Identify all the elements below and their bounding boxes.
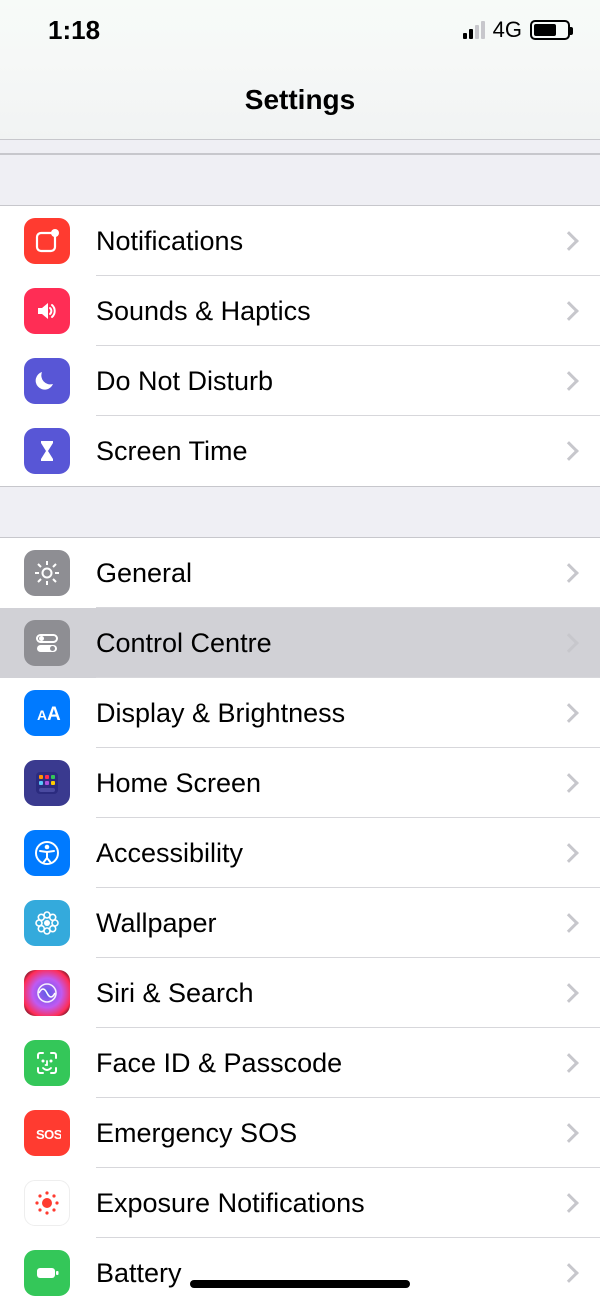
settings-row-sos[interactable]: Emergency SOS <box>0 1098 600 1168</box>
settings-row-general[interactable]: General <box>0 538 600 608</box>
moon-icon <box>24 358 70 404</box>
settings-row-label: Home Screen <box>96 768 562 799</box>
settings-row-label: Emergency SOS <box>96 1118 562 1149</box>
textsize-icon <box>24 690 70 736</box>
chevron-right-icon <box>559 843 579 863</box>
settings-row-label: General <box>96 558 562 589</box>
status-bar: 1:18 4G <box>0 0 600 60</box>
signal-icon <box>463 21 485 39</box>
chevron-right-icon <box>559 231 579 251</box>
chevron-right-icon <box>559 1123 579 1143</box>
chevron-right-icon <box>559 703 579 723</box>
settings-row-label: Sounds & Haptics <box>96 296 562 327</box>
accessibility-icon <box>24 830 70 876</box>
settings-row-siri[interactable]: Siri & Search <box>0 958 600 1028</box>
settings-row-dnd[interactable]: Do Not Disturb <box>0 346 600 416</box>
section-gap <box>0 140 600 154</box>
page-title: Settings <box>245 84 355 116</box>
chevron-right-icon <box>559 773 579 793</box>
toggles-icon <box>24 620 70 666</box>
settings-section: General Control Centre Display & Brightnes… <box>0 538 600 1298</box>
status-right: 4G <box>463 17 570 43</box>
status-time: 1:18 <box>48 15 100 46</box>
chevron-right-icon <box>559 301 579 321</box>
battery-icon <box>24 1250 70 1296</box>
hourglass-icon <box>24 428 70 474</box>
settings-row-label: Screen Time <box>96 436 562 467</box>
settings-row-accessibility[interactable]: Accessibility <box>0 818 600 888</box>
chevron-right-icon <box>559 1263 579 1283</box>
chevron-right-icon <box>559 563 579 583</box>
gear-icon <box>24 550 70 596</box>
exposure-icon <box>24 1180 70 1226</box>
chevron-right-icon <box>559 633 579 653</box>
settings-row-controlcentre[interactable]: Control Centre <box>0 608 600 678</box>
settings-row-homescreen[interactable]: Home Screen <box>0 748 600 818</box>
settings-row-label: Display & Brightness <box>96 698 562 729</box>
settings-row-label: Wallpaper <box>96 908 562 939</box>
chevron-right-icon <box>559 1053 579 1073</box>
settings-row-sounds[interactable]: Sounds & Haptics <box>0 276 600 346</box>
network-label: 4G <box>493 17 522 43</box>
notifications-icon <box>24 218 70 264</box>
settings-row-wallpaper[interactable]: Wallpaper <box>0 888 600 958</box>
settings-row-faceid[interactable]: Face ID & Passcode <box>0 1028 600 1098</box>
chevron-right-icon <box>559 441 579 461</box>
settings-row-screentime[interactable]: Screen Time <box>0 416 600 486</box>
flower-icon <box>24 900 70 946</box>
siri-icon <box>24 970 70 1016</box>
settings-list[interactable]: Notifications Sounds & Haptics Do Not Dist… <box>0 140 600 1298</box>
settings-row-label: Exposure Notifications <box>96 1188 562 1219</box>
section-gap <box>0 154 600 206</box>
settings-row-label: Face ID & Passcode <box>96 1048 562 1079</box>
chevron-right-icon <box>559 371 579 391</box>
settings-row-label: Do Not Disturb <box>96 366 562 397</box>
sound-icon <box>24 288 70 334</box>
chevron-right-icon <box>559 983 579 1003</box>
home-indicator[interactable] <box>190 1280 410 1288</box>
settings-row-label: Siri & Search <box>96 978 562 1009</box>
settings-row-display[interactable]: Display & Brightness <box>0 678 600 748</box>
chevron-right-icon <box>559 1193 579 1213</box>
section-gap <box>0 486 600 538</box>
sos-icon <box>24 1110 70 1156</box>
chevron-right-icon <box>559 913 579 933</box>
settings-row-label: Control Centre <box>96 628 562 659</box>
settings-row-battery[interactable]: Battery <box>0 1238 600 1298</box>
settings-row-exposure[interactable]: Exposure Notifications <box>0 1168 600 1238</box>
battery-icon <box>530 20 570 40</box>
settings-row-label: Accessibility <box>96 838 562 869</box>
settings-row-label: Notifications <box>96 226 562 257</box>
faceid-icon <box>24 1040 70 1086</box>
settings-row-notifications[interactable]: Notifications <box>0 206 600 276</box>
nav-bar: Settings <box>0 60 600 140</box>
apps-icon <box>24 760 70 806</box>
settings-section: Notifications Sounds & Haptics Do Not Dist… <box>0 206 600 486</box>
